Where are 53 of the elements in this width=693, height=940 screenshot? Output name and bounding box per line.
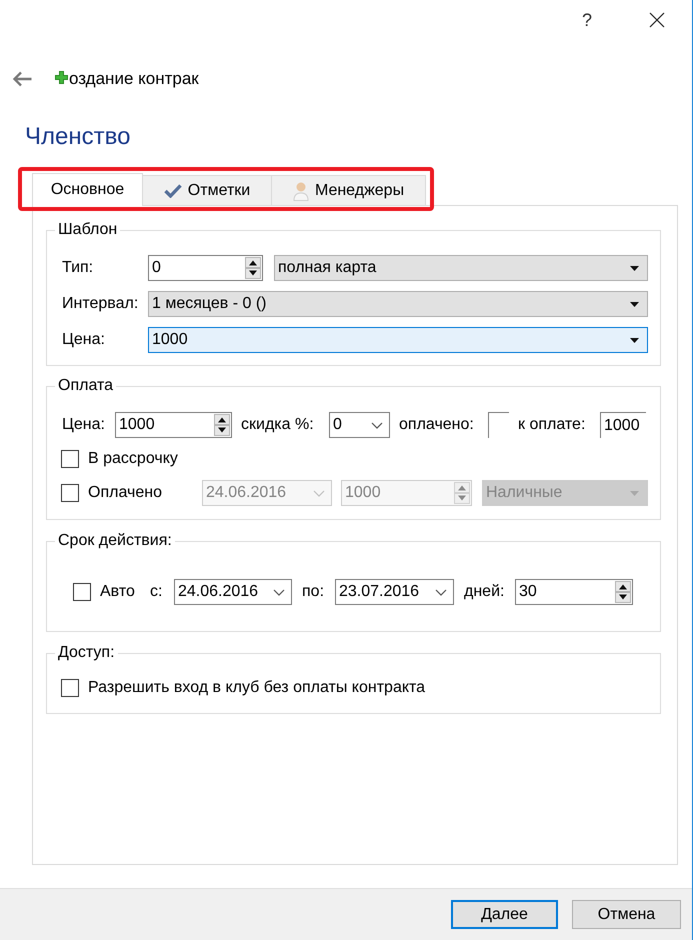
field-label: к оплате:	[518, 416, 586, 433]
field-label: Разрешить вход в клуб без оплаты контракта	[88, 679, 426, 696]
chevron-icon[interactable]	[371, 422, 383, 428]
dropdown[interactable]: 1000	[148, 327, 648, 353]
field-label: Тип:	[62, 259, 94, 276]
group-title: Срок действия:	[57, 532, 173, 550]
chevron-icon[interactable]	[273, 588, 285, 596]
section-title: Членство	[25, 122, 130, 152]
button[interactable]: Далее	[451, 900, 558, 929]
chevron-icon[interactable]	[435, 588, 447, 596]
spin-arrows-icon[interactable]	[245, 257, 261, 279]
tab[interactable]: Менеджеры	[271, 175, 426, 205]
dropdown[interactable]: 0	[329, 412, 390, 438]
field-label: Цена:	[62, 331, 105, 348]
field-label: Оплачено	[88, 484, 162, 501]
check-icon	[164, 184, 182, 198]
dropdown[interactable]: 1 месяцев - 0 ()	[148, 291, 648, 317]
group-title: Доступ:	[57, 644, 116, 662]
field-label: дней:	[464, 583, 504, 600]
help-button[interactable]: ?	[582, 10, 592, 30]
number-field[interactable]: 30	[515, 579, 633, 605]
checkbox[interactable]	[73, 583, 91, 601]
caret-icon[interactable]	[630, 302, 639, 306]
spin-arrows-icon[interactable]	[615, 581, 631, 603]
tab[interactable]: Основное	[32, 173, 143, 206]
back-arrow-icon[interactable]	[12, 71, 32, 87]
text-field[interactable]: 1000	[600, 412, 646, 438]
field-label: Авто	[100, 583, 135, 600]
close-icon[interactable]	[649, 12, 665, 28]
number-field[interactable]: 1000	[115, 412, 232, 438]
field-label: с:	[150, 583, 162, 600]
field-label: оплачено:	[399, 416, 474, 433]
page-title: оздание контрак	[69, 69, 199, 89]
group-title: Шаблон	[57, 221, 118, 239]
caret-icon[interactable]	[630, 266, 639, 270]
person-icon	[292, 180, 309, 200]
dropdown[interactable]: полная карта	[274, 255, 648, 281]
caret-icon[interactable]	[630, 338, 639, 342]
spin-arrows-icon[interactable]	[214, 414, 230, 436]
button[interactable]: Отмена	[572, 900, 681, 929]
field-label: В рассрочку	[88, 450, 178, 467]
field-label: Интервал:	[62, 295, 138, 312]
field-label: Цена:	[62, 416, 105, 433]
checkbox[interactable]	[61, 450, 79, 468]
field-label: по:	[302, 583, 324, 600]
field-label: скидка %:	[241, 416, 314, 433]
group-title: Оплата	[57, 377, 114, 395]
date-picker[interactable]: 23.07.2016	[335, 579, 454, 605]
date-picker[interactable]: 24.06.2016	[174, 579, 292, 605]
plus-icon	[55, 71, 68, 84]
checkbox[interactable]	[61, 679, 79, 697]
tab[interactable]: Отметки	[142, 175, 272, 205]
number-field[interactable]: 0	[148, 255, 263, 281]
